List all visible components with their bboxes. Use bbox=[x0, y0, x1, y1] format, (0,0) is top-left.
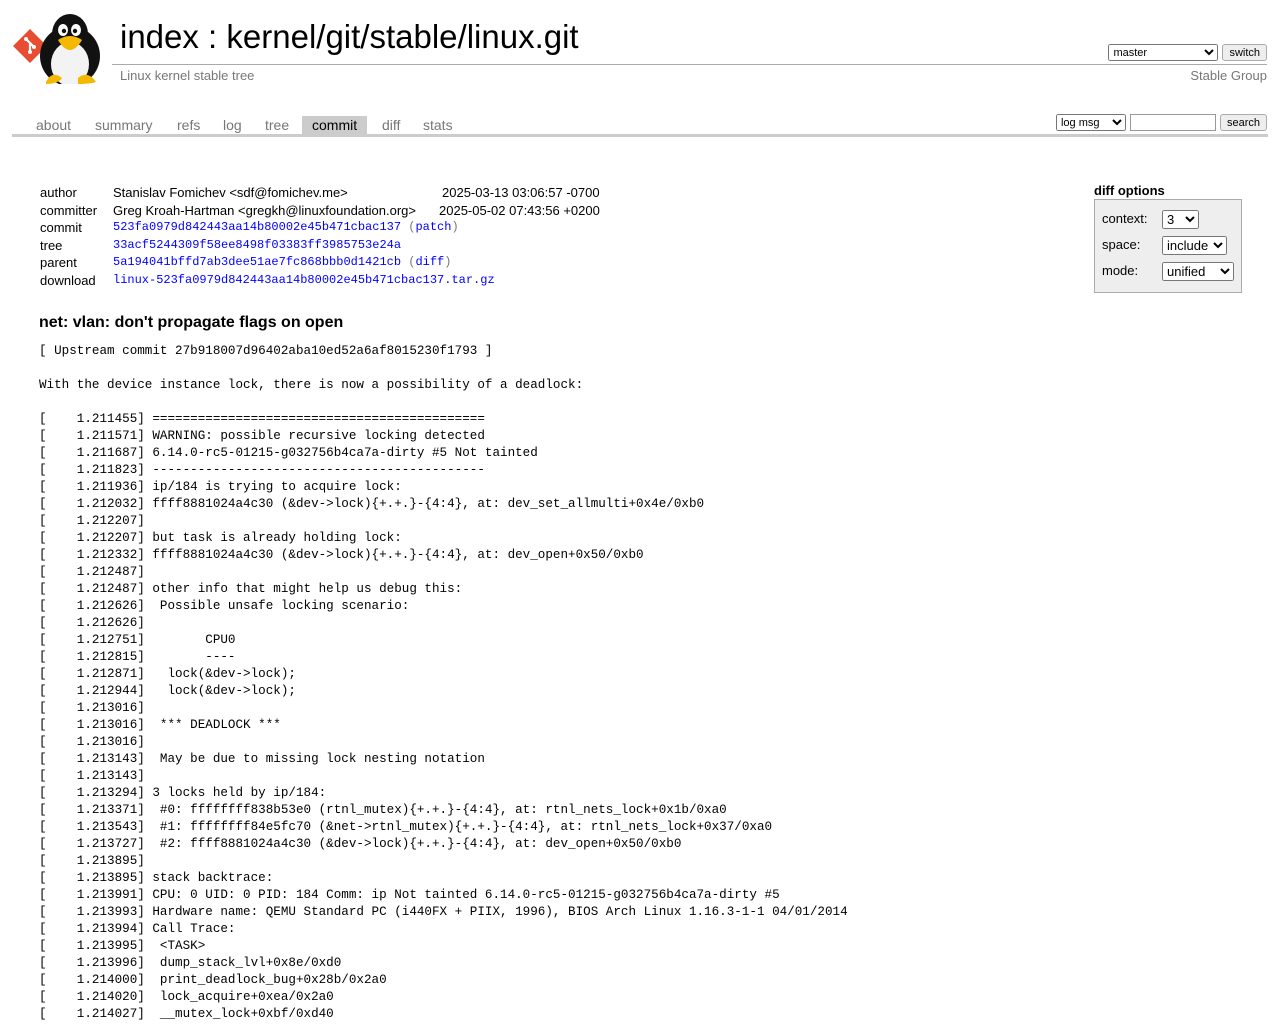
search-type-select[interactable]: log msg bbox=[1055, 114, 1126, 131]
commit-message-line: [ 1.213016] *** DEADLOCK *** bbox=[39, 718, 281, 732]
commit-subject: net: vlan: don't propagate flags on open bbox=[39, 314, 344, 331]
diff-options-panel: diff options context: 3 space: include m… bbox=[1094, 183, 1242, 293]
tab-summary[interactable]: summary bbox=[85, 116, 163, 135]
switch-button[interactable]: switch bbox=[1222, 44, 1267, 61]
committer-label: committer bbox=[40, 202, 98, 218]
search-input[interactable] bbox=[1129, 114, 1216, 131]
commit-message-line: [ 1.212626] bbox=[39, 616, 145, 630]
author-label: author bbox=[40, 185, 77, 200]
context-label: context: bbox=[1102, 211, 1148, 226]
commit-message-line: [ 1.213995] <TASK> bbox=[39, 939, 206, 953]
commit-message-line: [ 1.211936] ip/184 is trying to acquire … bbox=[39, 480, 402, 494]
commit-message-line bbox=[39, 360, 848, 377]
commit-message-line: [ 1.213143] bbox=[39, 769, 145, 783]
commit-label: commit bbox=[40, 220, 82, 236]
repo-description: Linux kernel stable tree bbox=[120, 68, 255, 83]
mode-label: mode: bbox=[1102, 263, 1139, 278]
tab-stats[interactable]: stats bbox=[413, 116, 463, 135]
commit-message-line: [ 1.213543] #1: ffffffff84e5fc70 (&net->… bbox=[39, 820, 773, 834]
parent-hash-link[interactable]: 5a194041bffd7ab3dee51ae7fc868bbb0d1421cb bbox=[113, 255, 401, 269]
commit-message-line: [ 1.213895] bbox=[39, 854, 145, 868]
commit-message-line: [ 1.212626] Possible unsafe locking scen… bbox=[39, 599, 410, 613]
page-title: index : kernel/git/stable/linux.git bbox=[120, 14, 579, 60]
commit-message-line: [ 1.212871] lock(&dev->lock); bbox=[39, 667, 296, 681]
title-separator: : bbox=[198, 18, 227, 55]
tree-hash-link[interactable]: 33acf5244309f58ee8498f03383ff3985753e24a bbox=[113, 238, 401, 252]
tux-penguin-icon bbox=[40, 14, 100, 84]
space-label: space: bbox=[1102, 237, 1141, 252]
tree-label: tree bbox=[40, 237, 63, 253]
author-date: 2025-03-13 03:06:57 -0700 bbox=[442, 185, 600, 200]
commit-message-line: [ 1.213016] bbox=[39, 701, 145, 715]
commit-message-line: [ 1.211687] 6.14.0-rc5-01215-g032756b4ca… bbox=[39, 446, 538, 460]
commit-message-line: [ 1.212944] lock(&dev->lock); bbox=[39, 684, 296, 698]
branch-switch-form: master switch bbox=[1108, 44, 1267, 61]
commit-message-line bbox=[39, 394, 848, 411]
commit-message-line: [ 1.212332] ffff8881024a4c30 (&dev->lock… bbox=[39, 548, 644, 562]
commit-message-line: [ 1.212751] CPU0 bbox=[39, 633, 236, 647]
commit-message-line: [ 1.213991] CPU: 0 UID: 0 PID: 184 Comm:… bbox=[39, 888, 780, 902]
commit-message-line: [ 1.213996] dump_stack_lvl+0x8e/0xd0 bbox=[39, 956, 342, 970]
commit-message-line: [ 1.213016] bbox=[39, 735, 145, 749]
mode-select[interactable]: unified bbox=[1162, 262, 1234, 281]
context-select[interactable]: 3 bbox=[1162, 210, 1199, 229]
tab-refs[interactable]: refs bbox=[167, 116, 210, 135]
commit-message-line: [ 1.214027] __mutex_lock+0xbf/0xd40 bbox=[39, 1007, 334, 1021]
search-form: log msg search bbox=[1055, 114, 1267, 131]
diff-options-header: diff options bbox=[1094, 183, 1165, 198]
index-link[interactable]: index bbox=[120, 18, 199, 55]
header-divider bbox=[112, 64, 1267, 65]
commit-message-line: [ 1.212207] but task is already holding … bbox=[39, 531, 402, 545]
branch-select[interactable]: master bbox=[1108, 44, 1219, 61]
tab-diff[interactable]: diff bbox=[372, 116, 410, 135]
tab-log[interactable]: log bbox=[213, 116, 252, 135]
commit-message-line: [ 1.213143] May be due to missing lock n… bbox=[39, 752, 485, 766]
repo-owner: Stable Group bbox=[1190, 68, 1267, 83]
tab-about[interactable]: about bbox=[26, 116, 81, 135]
commit-hash-link[interactable]: 523fa0979d842443aa14b80002e45b471cbac137 bbox=[113, 220, 401, 234]
parent-label: parent bbox=[40, 255, 77, 271]
commit-message-line: [ 1.212032] ffff8881024a4c30 (&dev->lock… bbox=[39, 497, 705, 511]
space-select[interactable]: include bbox=[1162, 236, 1227, 255]
commit-message-line: [ 1.213895] stack backtrace: bbox=[39, 871, 274, 885]
commit-message-line: [ Upstream commit 27b918007d96402aba10ed… bbox=[39, 344, 493, 358]
download-label: download bbox=[40, 272, 96, 288]
tab-commit[interactable]: commit bbox=[302, 116, 368, 135]
commit-message-line: [ 1.213371] #0: ffffffff838b53e0 (rtnl_m… bbox=[39, 803, 727, 817]
commit-message-line: [ 1.213994] Call Trace: bbox=[39, 922, 236, 936]
committer-date: 2025-05-02 07:43:56 +0200 bbox=[439, 202, 600, 218]
commit-message-line: [ 1.212487] other info that might help u… bbox=[39, 582, 463, 596]
commit-message-line: [ 1.213727] #2: ffff8881024a4c30 (&dev->… bbox=[39, 837, 682, 851]
commit-message-line: [ 1.211823] ----------------------------… bbox=[39, 463, 485, 477]
commit-message-line: [ 1.212207] bbox=[39, 514, 145, 528]
committer-value: Greg Kroah-Hartman <gregkh@linuxfoundati… bbox=[113, 202, 416, 218]
commit-message-line: [ 1.213294] 3 locks held by ip/184: bbox=[39, 786, 327, 800]
search-button[interactable]: search bbox=[1219, 114, 1267, 131]
patch-link[interactable]: patch bbox=[415, 220, 451, 234]
commit-message-line: [ 1.212815] ---- bbox=[39, 650, 236, 664]
cgit-tux-logo[interactable] bbox=[12, 8, 110, 84]
parent-diff-link[interactable]: diff bbox=[415, 255, 444, 269]
commit-message-line: [ 1.212487] bbox=[39, 565, 145, 579]
commit-message-line: [ 1.214020] lock_acquire+0xea/0x2a0 bbox=[39, 990, 334, 1004]
tab-tree[interactable]: tree bbox=[255, 116, 299, 135]
download-tarball-link[interactable]: linux-523fa0979d842443aa14b80002e45b471c… bbox=[113, 273, 495, 287]
commit-message-line: With the device instance lock, there is … bbox=[39, 378, 584, 392]
author-value: Stanislav Fomichev <sdf@fomichev.me> bbox=[113, 185, 348, 200]
repo-path-link[interactable]: kernel/git/stable/linux.git bbox=[226, 18, 578, 55]
commit-message-line: [ 1.211571] WARNING: possible recursive … bbox=[39, 429, 485, 443]
diff-options-box: context: 3 space: include mode: unified bbox=[1094, 199, 1242, 293]
commit-message-line: [ 1.213993] Hardware name: QEMU Standard… bbox=[39, 905, 848, 919]
commit-message: [ Upstream commit 27b918007d96402aba10ed… bbox=[39, 343, 848, 1023]
commit-message-line: [ 1.211455] ============================… bbox=[39, 412, 485, 426]
commit-message-line: [ 1.214000] print_deadlock_bug+0x28b/0x2… bbox=[39, 973, 387, 987]
